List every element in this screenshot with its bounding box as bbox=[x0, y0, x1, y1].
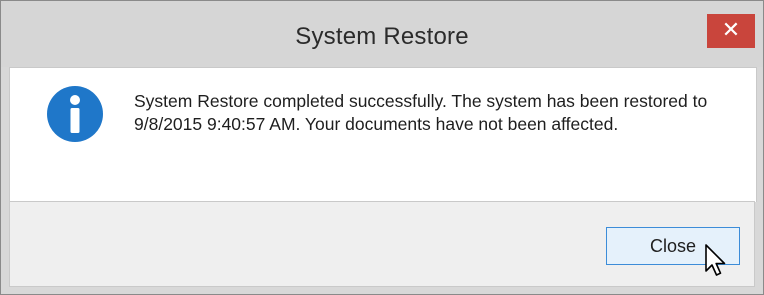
window-title: System Restore bbox=[295, 23, 469, 50]
close-icon: ✕ bbox=[721, 18, 741, 43]
dialog-content: System Restore completed successfully. T… bbox=[9, 67, 757, 202]
title-bar[interactable]: System Restore ✕ bbox=[1, 1, 763, 67]
dialog-message: System Restore completed successfully. T… bbox=[134, 91, 708, 134]
close-button[interactable]: Close bbox=[606, 227, 740, 265]
info-icon bbox=[47, 86, 103, 142]
system-restore-dialog: System Restore ✕ System Restore complete… bbox=[0, 0, 764, 295]
window-close-button[interactable]: ✕ bbox=[707, 14, 755, 48]
dialog-footer: Close bbox=[9, 201, 755, 287]
